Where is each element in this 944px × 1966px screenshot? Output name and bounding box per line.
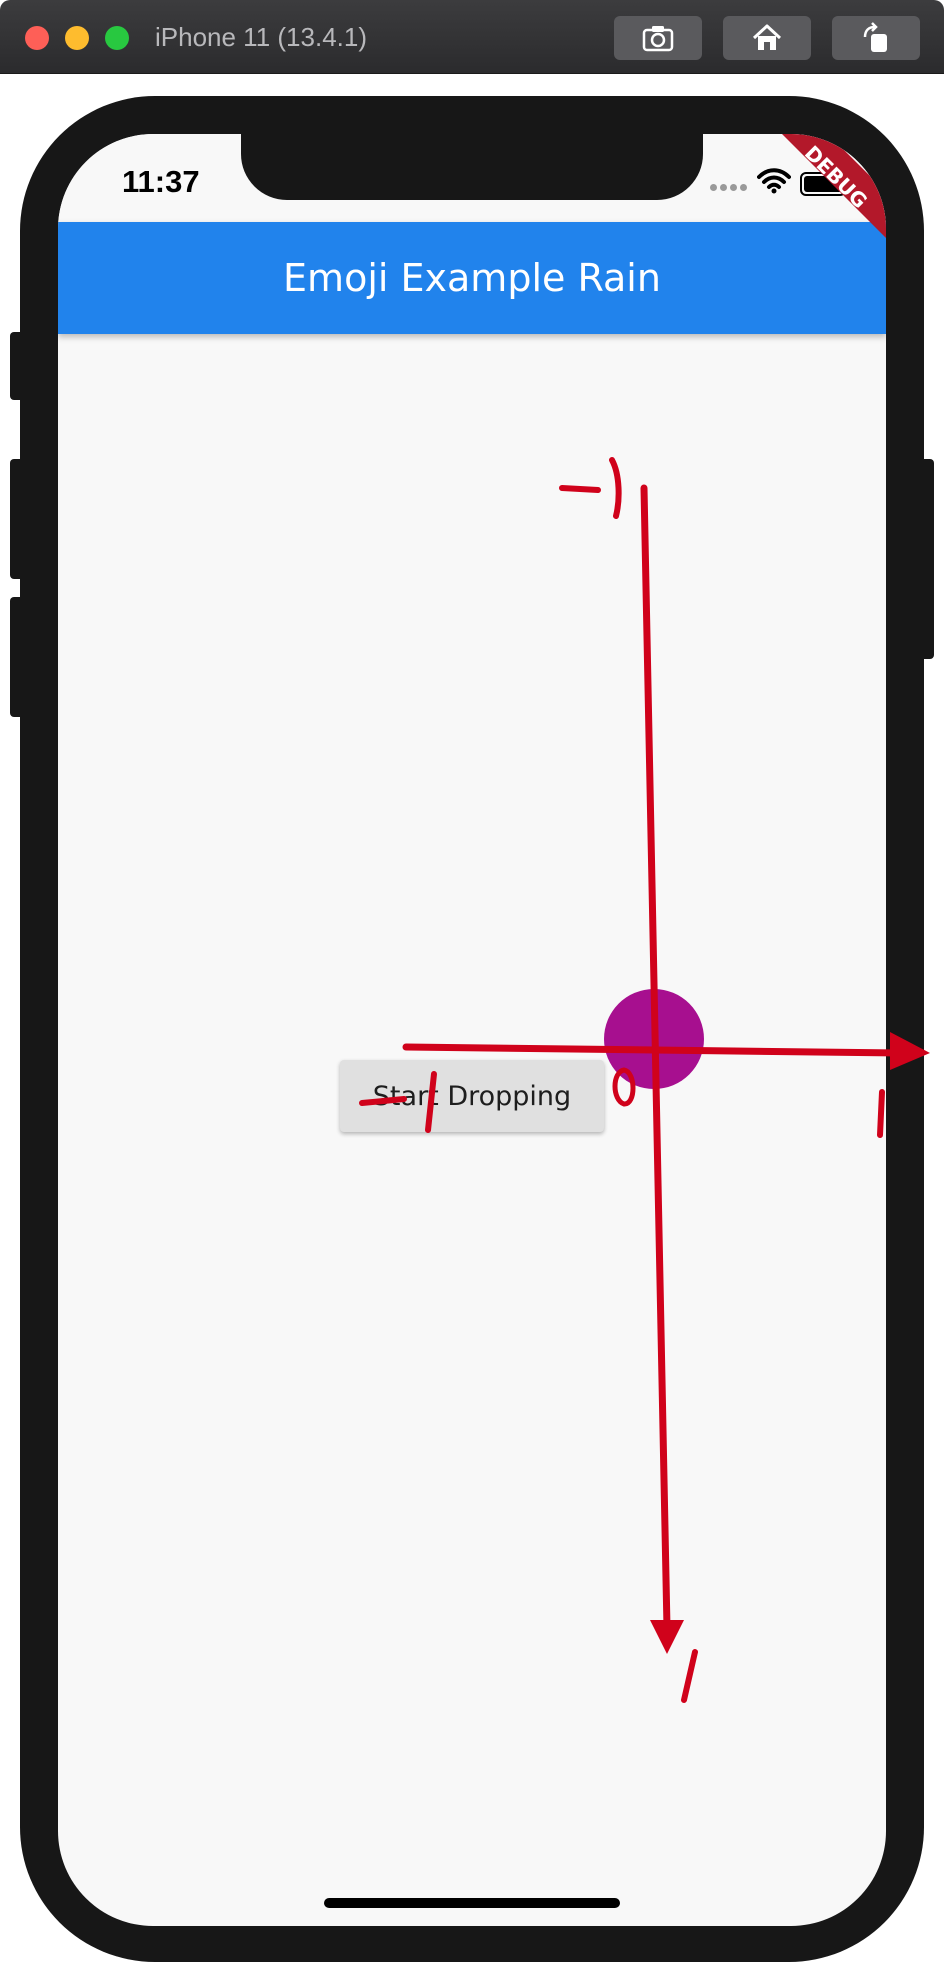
start-dropping-button[interactable]: Start Dropping — [340, 1060, 604, 1132]
minimize-window-button[interactable] — [65, 26, 89, 50]
close-window-button[interactable] — [25, 26, 49, 50]
home-indicator[interactable] — [324, 1898, 620, 1908]
phone-screen: 11:37 Emoji Example Rain DEBUG Start Dro… — [58, 134, 886, 1926]
home-icon — [752, 24, 782, 50]
app-bar-title: Emoji Example Rain — [283, 256, 661, 300]
rotate-button[interactable] — [832, 16, 920, 60]
wifi-icon — [757, 168, 791, 194]
screenshot-button[interactable] — [614, 16, 702, 60]
simulator-title: iPhone 11 (13.4.1) — [155, 22, 367, 52]
rotate-icon — [863, 22, 887, 52]
camera-icon — [642, 26, 674, 52]
status-time: 11:37 — [122, 164, 200, 199]
battery-icon — [800, 172, 849, 196]
simulator-titlebar: iPhone 11 (13.4.1) — [0, 0, 944, 74]
signal-icon — [710, 184, 747, 191]
app-bar: Emoji Example Rain — [58, 222, 886, 334]
home-button[interactable] — [723, 16, 811, 60]
notch — [241, 134, 703, 200]
zoom-window-button[interactable] — [105, 26, 129, 50]
